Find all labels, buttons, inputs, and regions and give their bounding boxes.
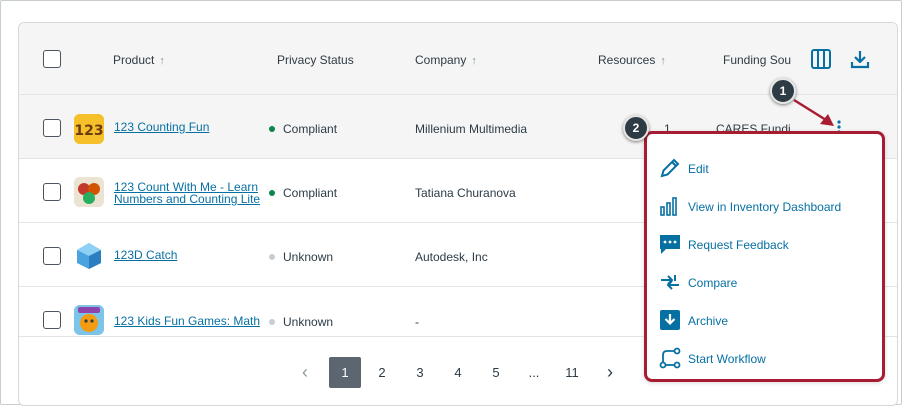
privacy-status: Unknown <box>269 315 333 329</box>
sort-arrow-icon: ↑ <box>660 55 666 67</box>
workflow-icon <box>659 347 681 369</box>
app-icon-123-kids-fun-games <box>74 305 104 335</box>
privacy-status: Compliant <box>269 122 337 136</box>
company-cell: Millenium Multimedia <box>415 122 528 136</box>
menu-item-archive[interactable]: Archive <box>659 309 879 333</box>
menu-item-edit[interactable]: Edit <box>659 157 879 181</box>
menu-item-request-feedback[interactable]: Request Feedback <box>659 233 879 257</box>
unknown-dot-icon <box>269 318 275 325</box>
page-button-11[interactable]: 11 <box>556 357 588 388</box>
compliant-dot-icon <box>269 125 275 132</box>
menu-item-label: Archive <box>688 314 729 328</box>
product-link[interactable]: 123 Counting Fun <box>114 121 209 133</box>
page-button-5[interactable]: 5 <box>480 357 512 388</box>
column-header-company[interactable]: Company ↑ <box>415 53 477 67</box>
row-checkbox[interactable] <box>43 183 61 201</box>
menu-item-label: Start Workflow <box>688 352 766 366</box>
bar-chart-icon <box>660 197 677 216</box>
page-ellipsis: ... <box>528 365 540 380</box>
table-header: Product ↑ Privacy Status Company ↑ Resourc… <box>19 23 897 95</box>
status-text: Compliant <box>283 122 338 136</box>
sort-arrow-icon: ↑ <box>159 55 165 67</box>
app-icon-123-counting-fun: 123 <box>74 114 104 144</box>
product-link-line2: Numbers and Counting Lite <box>114 192 261 206</box>
status-text: Unknown <box>283 315 334 329</box>
compliant-dot-icon <box>269 189 275 196</box>
column-header-product[interactable]: Product ↑ <box>113 53 165 67</box>
archive-icon <box>660 310 680 330</box>
company-cell: - <box>415 315 419 329</box>
column-label-company: Company <box>415 53 467 67</box>
company-cell: Autodesk, Inc <box>415 250 488 264</box>
privacy-status: Compliant <box>269 186 337 200</box>
column-label-privacy-status: Privacy Status <box>277 53 354 67</box>
compare-arrows-icon <box>661 275 679 290</box>
download-icon[interactable] <box>850 49 870 74</box>
pencil-icon <box>660 158 680 178</box>
row-actions-menu: Edit View in Inventory Dashboard Request… <box>644 131 885 382</box>
row-checkbox[interactable] <box>43 311 61 329</box>
status-text: Unknown <box>283 250 334 264</box>
unknown-dot-icon <box>269 253 275 260</box>
callout-badge-1: 1 <box>770 78 796 104</box>
chat-icon <box>660 235 680 254</box>
prev-page-button[interactable]: ‹ <box>289 357 321 388</box>
app-icon-123d-catch <box>74 241 104 271</box>
company-cell: Tatiana Churanova <box>415 186 516 200</box>
product-link[interactable]: 123 Kids Fun Games: Math <box>114 315 260 327</box>
menu-item-label: Compare <box>688 276 738 290</box>
menu-item-view-in-inventory-dashboard[interactable]: View in Inventory Dashboard <box>659 195 879 219</box>
privacy-status: Unknown <box>269 250 333 264</box>
column-label-product: Product <box>113 53 155 67</box>
menu-item-label: Request Feedback <box>688 238 789 252</box>
page-button-2[interactable]: 2 <box>366 357 398 388</box>
column-header-resources[interactable]: Resources ↑ <box>598 53 666 67</box>
product-link[interactable]: 123 Count With Me - Learn Numbers and Co… <box>114 181 260 205</box>
app-icon-123-count-with-me <box>74 177 104 207</box>
row-checkbox[interactable] <box>43 247 61 265</box>
callout-badge-2: 2 <box>623 115 649 141</box>
columns-icon[interactable] <box>811 49 831 74</box>
next-page-button[interactable]: › <box>594 357 626 388</box>
svg-text:123: 123 <box>74 123 103 139</box>
sort-arrow-icon: ↑ <box>471 55 477 67</box>
column-header-funding-source[interactable]: Funding Sou <box>723 53 791 67</box>
row-checkbox[interactable] <box>43 119 61 137</box>
page-button-1[interactable]: 1 <box>329 357 361 388</box>
menu-item-start-workflow[interactable]: Start Workflow <box>659 347 879 371</box>
column-header-privacy-status[interactable]: Privacy Status <box>277 53 354 67</box>
column-label-funding-source: Funding Sou <box>723 53 792 67</box>
column-label-resources: Resources <box>598 53 656 67</box>
status-text: Compliant <box>283 186 338 200</box>
product-link[interactable]: 123D Catch <box>114 249 177 261</box>
menu-item-label: View in Inventory Dashboard <box>688 200 842 214</box>
select-all-checkbox[interactable] <box>43 50 61 68</box>
page-button-3[interactable]: 3 <box>404 357 436 388</box>
callout-arrow-icon <box>793 98 834 126</box>
menu-item-compare[interactable]: Compare <box>659 271 879 295</box>
page-button-4[interactable]: 4 <box>442 357 474 388</box>
menu-item-label: Edit <box>688 162 709 176</box>
